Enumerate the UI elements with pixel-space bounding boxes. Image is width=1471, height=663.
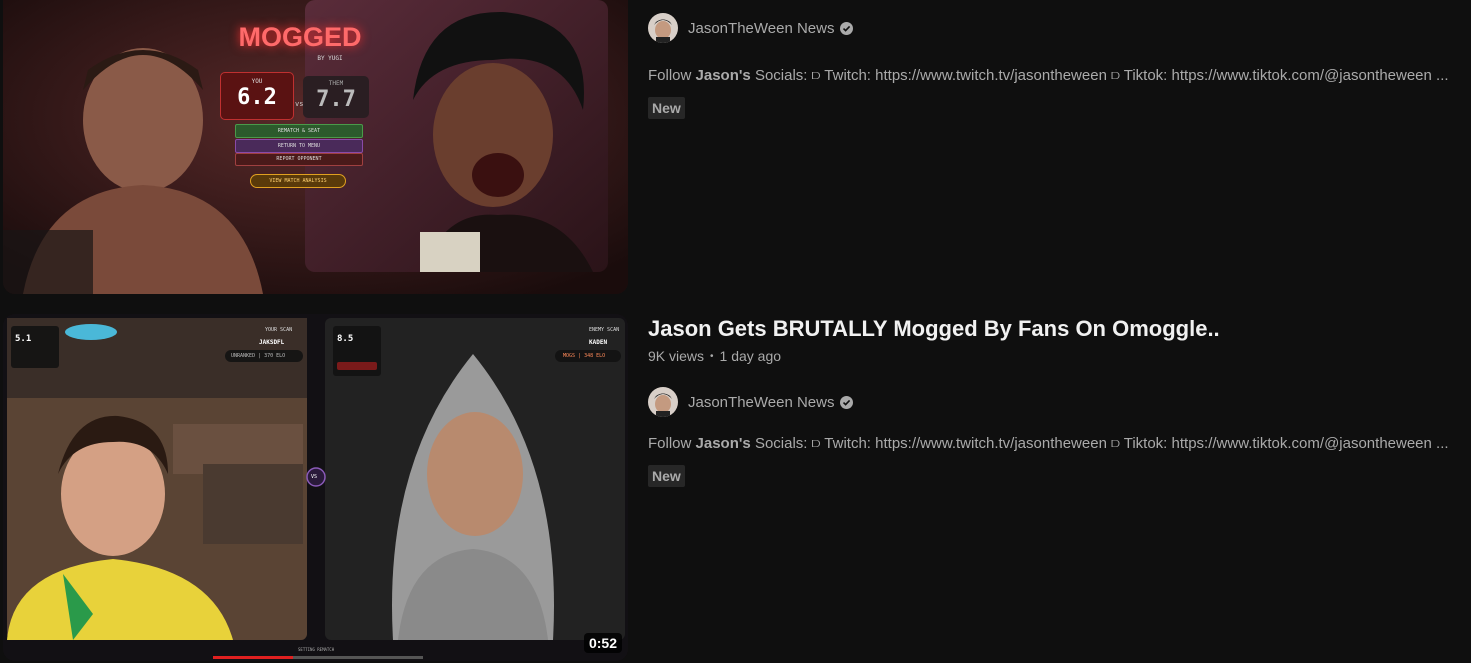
score-you-label: YOU: [251, 78, 263, 85]
video-meta: 9K views • 1 day ago: [648, 348, 1471, 364]
score-them-box: THEM 7.7: [303, 76, 369, 118]
watch-progress-bar: [213, 656, 423, 659]
left-player-rank: UNRANKED | 370 ELO: [231, 353, 286, 359]
channel-row[interactable]: JasonTheWeen News: [648, 386, 1471, 418]
meta-separator: •: [710, 350, 714, 362]
video-info: JasonTheWeen News Follow Jason's Socials…: [648, 12, 1471, 119]
video-thumbnail[interactable]: MOGGED BY YUGI YOU 6.2 vs THEM 7.7 REMAT…: [3, 0, 628, 294]
left-score: 5.1: [15, 334, 32, 344]
left-scan-tag: YOUR SCAN: [265, 327, 293, 333]
thumbnail-image: [3, 314, 628, 661]
left-player-name: JAKSDFL: [259, 339, 285, 346]
score-them-value: 7.7: [316, 87, 356, 112]
overlay-title: MOGGED: [238, 22, 362, 52]
right-score: 8.5: [337, 334, 354, 344]
verified-check-icon: [840, 395, 854, 409]
channel-row[interactable]: JasonTheWeen News: [648, 12, 1471, 44]
video-description: Follow Jason's Socials: ⫐ Twitch: https:…: [648, 67, 1470, 84]
video-duration: 0:52: [583, 633, 622, 653]
right-player-name: KADEN: [589, 339, 608, 346]
overlay-button-report: REPORT OPPONENT: [235, 153, 363, 166]
vs-label: VS: [311, 474, 318, 480]
description-rest: Socials: ⫐ Twitch: https://www.twitch.tv…: [750, 435, 1449, 452]
overlay-subtitle: BY YUGI: [317, 55, 343, 62]
channel-avatar[interactable]: [648, 13, 678, 43]
video-info: Jason Gets BRUTALLY Mogged By Fans On Om…: [648, 314, 1471, 487]
score-you-box: YOU 6.2: [220, 72, 294, 120]
upload-age: 1 day ago: [719, 348, 782, 364]
view-count: 9K views: [648, 348, 705, 364]
new-badge: New: [648, 465, 685, 487]
video-title[interactable]: Jason Gets BRUTALLY Mogged By Fans On Om…: [648, 314, 1458, 344]
score-them-label: THEM: [328, 80, 344, 87]
overlay-button-menu: RETURN TO MENU: [235, 139, 363, 153]
channel-name[interactable]: JasonTheWeen News: [688, 394, 834, 411]
description-bold: Jason's: [695, 67, 751, 84]
new-badge: New: [648, 97, 685, 119]
right-scan-tag: ENEMY SCAN: [589, 327, 620, 333]
score-you-value: 6.2: [237, 85, 277, 110]
description-prefix: Follow: [648, 67, 696, 84]
description-rest: Socials: ⫐ Twitch: https://www.twitch.tv…: [750, 67, 1449, 84]
video-thumbnail[interactable]: 5.1 YOUR SCAN JAKSDFL UNRANKED | 370 ELO…: [3, 314, 628, 661]
verified-check-icon: [840, 21, 854, 35]
bottom-caption: SETTING REMATCH: [298, 647, 335, 652]
video-result[interactable]: 5.1 YOUR SCAN JAKSDFL UNRANKED | 370 ELO…: [0, 314, 1471, 663]
channel-name[interactable]: JasonTheWeen News: [688, 20, 834, 37]
video-result[interactable]: MOGGED BY YUGI YOU 6.2 vs THEM 7.7 REMAT…: [0, 0, 1471, 296]
description-bold: Jason's: [695, 435, 751, 452]
right-player-rank: MOGS | 348 ELO: [563, 353, 606, 359]
description-prefix: Follow: [648, 435, 696, 452]
overlay-button-analysis: VIEW MATCH ANALYSIS: [250, 174, 346, 188]
video-description: Follow Jason's Socials: ⫐ Twitch: https:…: [648, 435, 1470, 452]
overlay-button-rematch: REMATCH & SEAT: [235, 124, 363, 138]
channel-avatar[interactable]: [648, 387, 678, 417]
